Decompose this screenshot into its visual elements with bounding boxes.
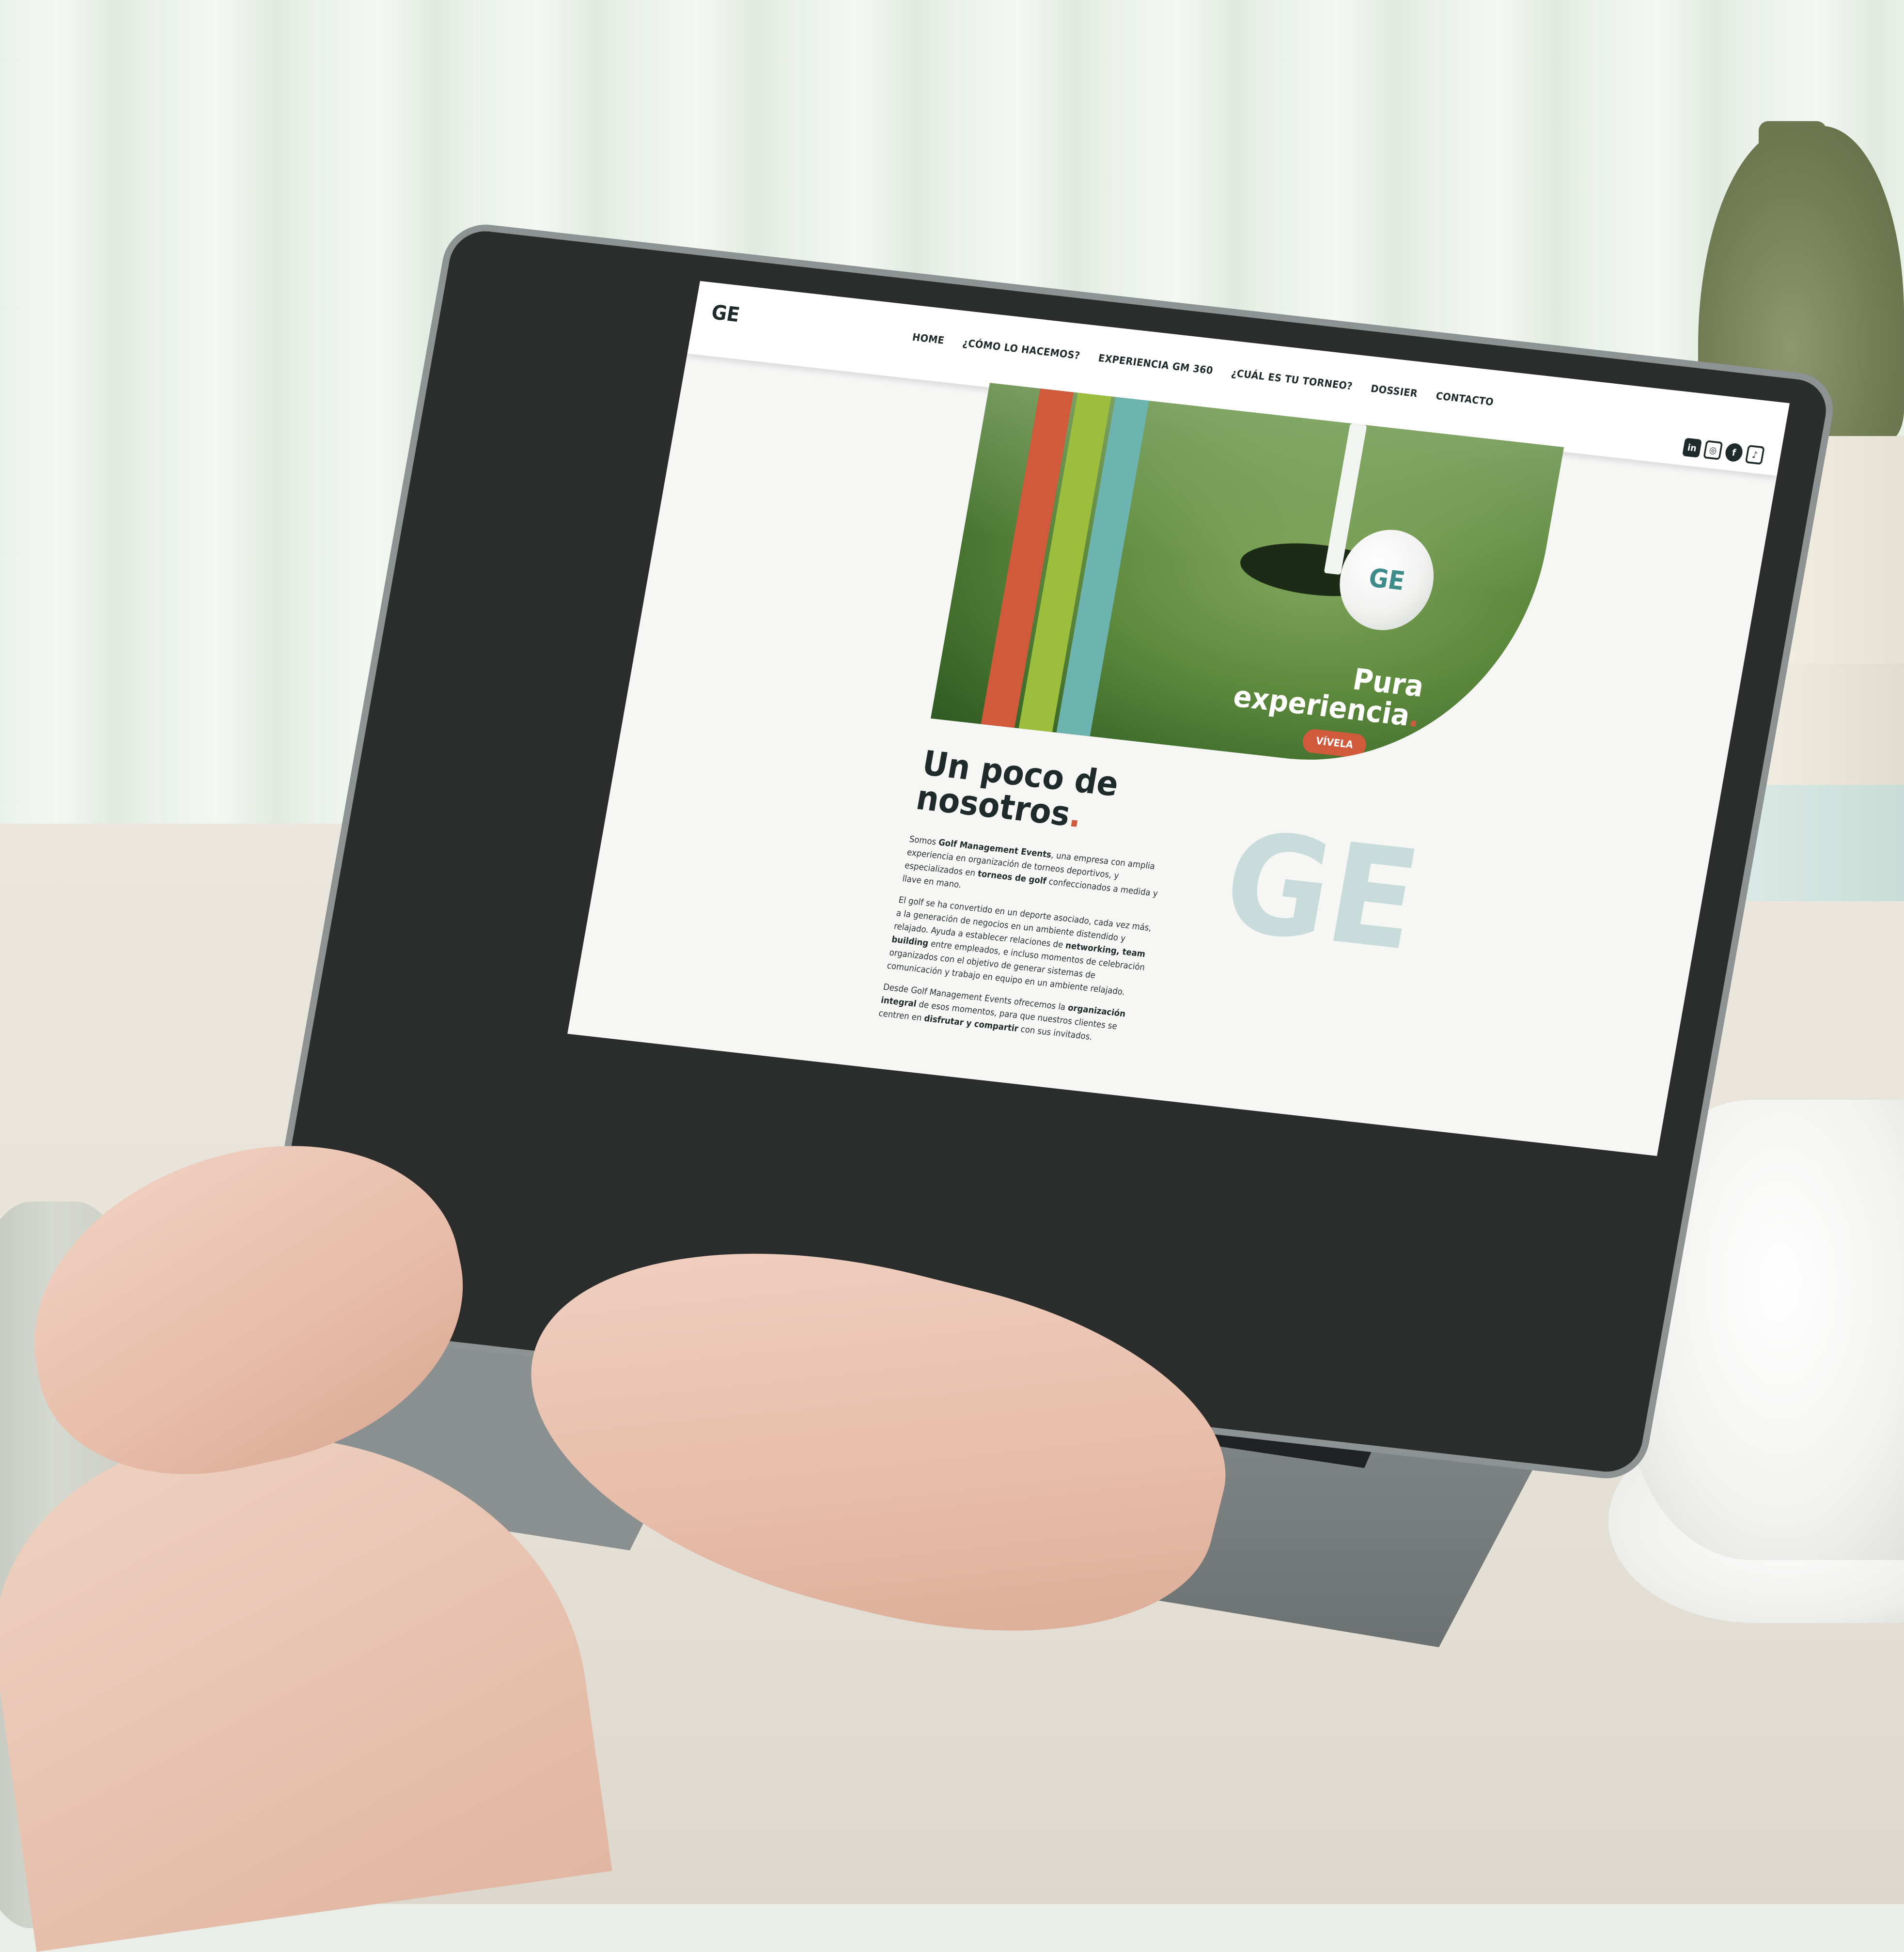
ball-logo-icon: GE	[1366, 563, 1407, 597]
nav-como-lo-hacemos[interactable]: ¿CÓMO LO HACEMOS?	[962, 337, 1081, 362]
about-section: Un poco de nosotros. Somos Golf Manageme…	[876, 743, 1186, 1057]
nav-contacto[interactable]: CONTACTO	[1435, 390, 1495, 408]
linkedin-icon[interactable]: in	[1682, 437, 1702, 458]
facebook-icon[interactable]: f	[1724, 442, 1744, 463]
nav-dossier[interactable]: DOSSIER	[1370, 383, 1418, 400]
social-links: in ◎ f ♪	[1682, 437, 1765, 465]
tiktok-icon[interactable]: ♪	[1745, 445, 1765, 465]
nav-home[interactable]: HOME	[911, 332, 945, 347]
nav-experiencia-gm-360[interactable]: EXPERIENCIA GM 360	[1097, 353, 1214, 377]
brand-watermark: GE	[1213, 801, 1430, 982]
text: Somos	[908, 834, 940, 847]
hero-title: Pura experiencia.	[1231, 652, 1426, 734]
nav-cual-es-tu-torneo[interactable]: ¿CUÁL ES TU TORNEO?	[1230, 368, 1353, 392]
site-logo[interactable]: GE	[709, 297, 742, 331]
hero-banner: GE Pura experiencia. VÍVELA	[930, 383, 1564, 783]
vivela-button[interactable]: VÍVELA	[1301, 728, 1368, 759]
about-title: Un poco de nosotros.	[913, 743, 1186, 843]
instagram-icon[interactable]: ◎	[1703, 440, 1723, 460]
laptop-screen: GE HOME ¿CÓMO LO HACEMOS? EXPERIENCIA GM…	[567, 281, 1790, 1156]
